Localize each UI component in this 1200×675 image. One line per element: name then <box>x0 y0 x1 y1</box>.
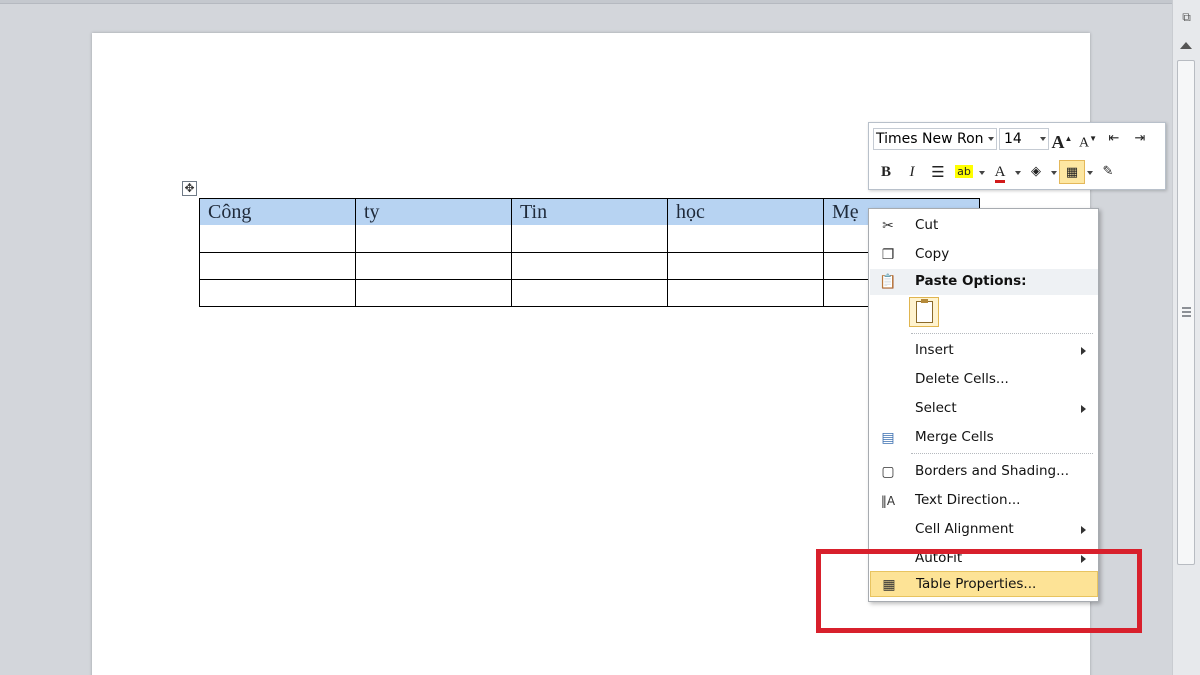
text-direction-icon: ‖A <box>880 494 896 508</box>
font-size-box[interactable]: 14 <box>999 128 1049 150</box>
format-painter-icon[interactable]: ✎ <box>1095 160 1121 184</box>
italic-button[interactable]: I <box>899 160 925 184</box>
chevron-down-icon[interactable] <box>977 160 987 184</box>
menu-item-text-direction[interactable]: ‖A Text Direction... <box>870 488 1098 514</box>
table-row <box>199 252 980 280</box>
font-color-icon[interactable]: A <box>987 160 1013 184</box>
menu-item-select[interactable]: Select <box>870 396 1098 422</box>
chevron-down-icon[interactable] <box>1013 160 1023 184</box>
table-cell[interactable]: học <box>667 198 824 253</box>
table-row: Công ty Tin học Mẹ <box>199 198 980 253</box>
table-cell[interactable] <box>667 279 824 307</box>
increase-indent-icon[interactable]: ⇥ <box>1127 127 1153 151</box>
document-table[interactable]: Công ty Tin học Mẹ <box>199 198 980 307</box>
highlight-color-icon[interactable]: ab <box>951 160 977 184</box>
borders-icon: ▢ <box>881 464 895 480</box>
context-menu: ✂ Cut ❐ Copy 📋 Paste Options: Insert Del… <box>868 208 1099 602</box>
menu-separator <box>911 453 1093 454</box>
view-ruler-icon[interactable]: ⧉ <box>1177 6 1196 28</box>
table-cell[interactable] <box>511 279 668 307</box>
shrink-font-icon[interactable]: A▼ <box>1075 127 1101 151</box>
table-cell[interactable] <box>199 279 356 307</box>
annotation-highlight-box <box>816 549 1142 633</box>
font-name-box[interactable]: Times New Ron <box>873 128 997 150</box>
grow-font-icon[interactable]: A▲ <box>1049 127 1075 152</box>
scissors-icon: ✂ <box>882 218 894 234</box>
copy-icon: ❐ <box>881 247 895 263</box>
borders-icon[interactable]: ▦ <box>1059 160 1085 184</box>
ruler-strip <box>0 0 1172 4</box>
table-cell[interactable]: Công <box>199 198 356 253</box>
menu-item-copy[interactable]: ❐ Copy <box>870 242 1098 268</box>
merge-cells-icon: ▤ <box>881 430 895 446</box>
scroll-up-icon[interactable] <box>1180 42 1192 49</box>
menu-item-delete-cells[interactable]: Delete Cells... <box>870 367 1098 393</box>
chevron-down-icon <box>1040 137 1046 141</box>
clipboard-icon <box>916 299 933 323</box>
menu-item-insert[interactable]: Insert <box>870 338 1098 364</box>
mini-toolbar: Times New Ron 14 A▲ A▼ ⇤ ⇥ B I ☰ ab A ◈ … <box>868 122 1166 190</box>
table-move-handle-icon[interactable]: ✥ <box>182 181 197 196</box>
table-cell[interactable] <box>199 252 356 280</box>
menu-item-merge-cells[interactable]: ▤ Merge Cells <box>870 425 1098 451</box>
menu-item-cut[interactable]: ✂ Cut <box>870 213 1098 239</box>
menu-item-borders-and-shading[interactable]: ▢ Borders and Shading... <box>870 459 1098 485</box>
paste-keep-formatting-button[interactable] <box>909 297 939 327</box>
submenu-arrow-icon <box>1081 347 1086 355</box>
chevron-down-icon[interactable] <box>1049 160 1059 184</box>
table-cell[interactable] <box>355 279 512 307</box>
table-row <box>199 279 980 307</box>
table-cell[interactable] <box>355 252 512 280</box>
menu-separator <box>911 333 1093 334</box>
menu-item-cell-alignment[interactable]: Cell Alignment <box>870 517 1098 543</box>
vertical-scrollbar[interactable]: ⧉ <box>1172 0 1200 675</box>
grip-icon <box>1182 307 1191 319</box>
scrollbar-thumb[interactable] <box>1177 60 1195 565</box>
chevron-down-icon[interactable] <box>1085 160 1095 184</box>
table-cell[interactable] <box>511 252 668 280</box>
center-align-icon[interactable]: ☰ <box>925 160 951 184</box>
table-cell[interactable]: Tin <box>511 198 668 253</box>
decrease-indent-icon[interactable]: ⇤ <box>1101 127 1127 151</box>
shading-icon[interactable]: ◈ <box>1023 160 1049 184</box>
menu-header-paste-options: 📋 Paste Options: <box>870 269 1098 295</box>
bold-button[interactable]: B <box>873 160 899 184</box>
table-cell[interactable] <box>667 252 824 280</box>
submenu-arrow-icon <box>1081 526 1086 534</box>
chevron-down-icon <box>988 137 994 141</box>
submenu-arrow-icon <box>1081 405 1086 413</box>
table-cell[interactable]: ty <box>355 198 512 253</box>
paste-icon: 📋 <box>879 274 897 290</box>
